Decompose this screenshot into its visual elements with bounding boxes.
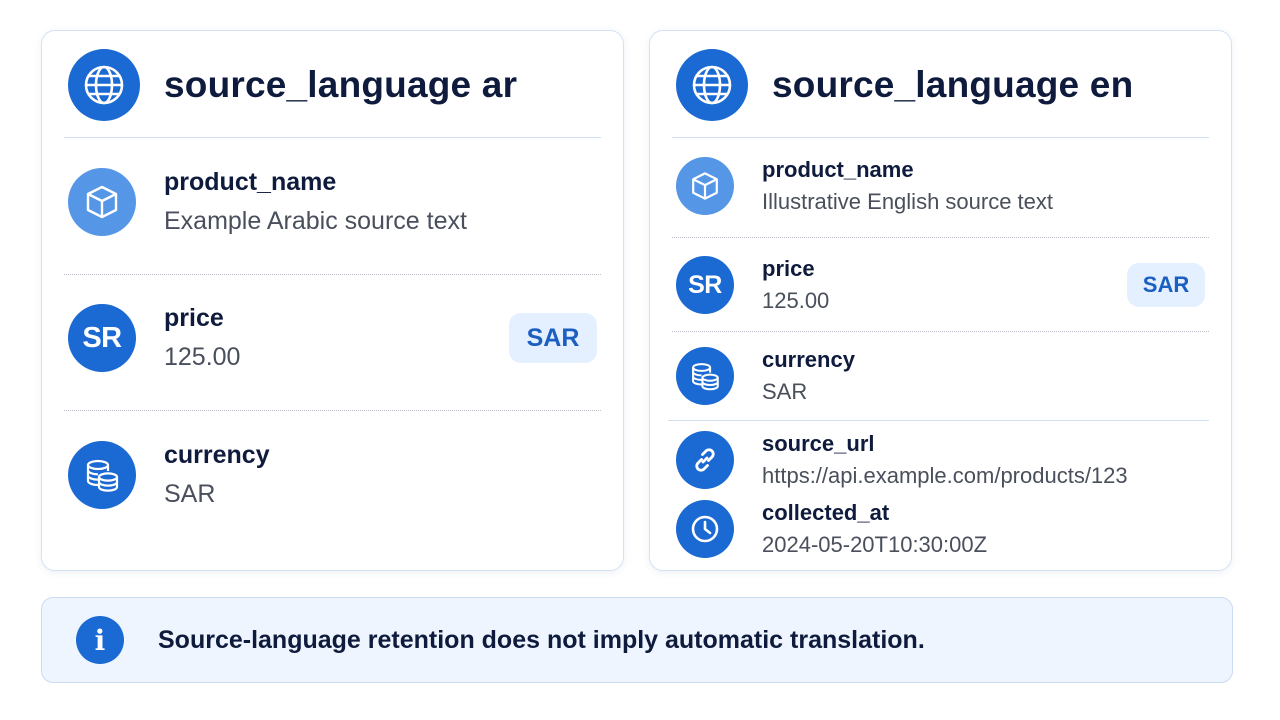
field-label: price <box>762 256 815 281</box>
cube-icon <box>68 168 136 236</box>
card-header: source_language ar <box>68 49 517 121</box>
currency-badge: SAR <box>509 313 597 363</box>
coins-icon <box>676 347 734 405</box>
row-divider <box>672 237 1209 238</box>
page: source_language ar product_name Example … <box>0 0 1280 720</box>
info-icon-glyph: i <box>94 623 106 657</box>
field-currency: currency SAR <box>676 347 1205 405</box>
field-text: source_url https://api.example.com/produ… <box>762 431 1205 489</box>
info-icon: i <box>76 616 124 664</box>
card-title: source_language ar <box>164 64 518 105</box>
field-source-url: source_url https://api.example.com/produ… <box>676 431 1205 489</box>
currency-badge: SAR <box>1127 263 1205 307</box>
row-divider <box>672 331 1209 332</box>
header-divider <box>672 137 1209 138</box>
notice-banner: i Source-language retention does not imp… <box>41 597 1233 683</box>
field-text: price 125.00 <box>762 256 1127 314</box>
globe-icon <box>68 49 140 121</box>
notice-text: Source-language retention does not imply… <box>158 625 925 654</box>
field-text: collected_at 2024-05-20T10:30:00Z <box>762 500 1205 558</box>
field-label: currency <box>164 441 270 469</box>
row-divider <box>64 410 601 411</box>
sr-currency-icon: SR <box>68 304 136 372</box>
field-label: product_name <box>762 157 914 182</box>
field-value: https://api.example.com/products/123 <box>762 463 1128 488</box>
coins-icon <box>68 441 136 509</box>
field-label: collected_at <box>762 500 890 525</box>
field-value: Illustrative English source text <box>762 189 1054 214</box>
field-label: currency <box>762 347 855 372</box>
row-divider <box>64 274 601 275</box>
sr-icon-text: SR <box>688 270 722 299</box>
field-label: product_name <box>164 168 337 196</box>
field-collected-at: collected_at 2024-05-20T10:30:00Z <box>676 500 1205 558</box>
cube-icon <box>676 157 734 215</box>
field-product-name: product_name Illustrative English source… <box>676 157 1205 215</box>
field-price: SR price 125.00 SAR <box>68 304 597 372</box>
field-text: product_name Illustrative English source… <box>762 157 1205 215</box>
field-label: price <box>164 304 224 332</box>
field-value: 125.00 <box>164 343 241 371</box>
clock-icon <box>676 500 734 558</box>
field-product-name: product_name Example Arabic source text <box>68 168 597 236</box>
field-text: currency SAR <box>762 347 1205 405</box>
field-text: price 125.00 <box>164 304 509 372</box>
field-value: SAR <box>164 480 216 508</box>
field-value: SAR <box>762 379 808 404</box>
field-currency: currency SAR <box>68 441 597 509</box>
field-text: currency SAR <box>164 441 597 509</box>
field-label: source_url <box>762 431 875 456</box>
globe-icon <box>676 49 748 121</box>
field-value: Example Arabic source text <box>164 207 467 235</box>
field-value: 2024-05-20T10:30:00Z <box>762 532 988 557</box>
sr-icon-text: SR <box>82 321 122 354</box>
sr-currency-icon: SR <box>676 256 734 314</box>
card-source-language-en: source_language en product_name Illustra… <box>649 30 1232 571</box>
link-icon <box>676 431 734 489</box>
card-source-language-ar: source_language ar product_name Example … <box>41 30 624 571</box>
field-value: 125.00 <box>762 288 830 313</box>
card-title: source_language en <box>772 64 1134 105</box>
header-divider <box>64 137 601 138</box>
card-header: source_language en <box>676 49 1133 121</box>
field-text: product_name Example Arabic source text <box>164 168 597 236</box>
section-divider <box>668 420 1209 421</box>
field-price: SR price 125.00 SAR <box>676 256 1205 314</box>
